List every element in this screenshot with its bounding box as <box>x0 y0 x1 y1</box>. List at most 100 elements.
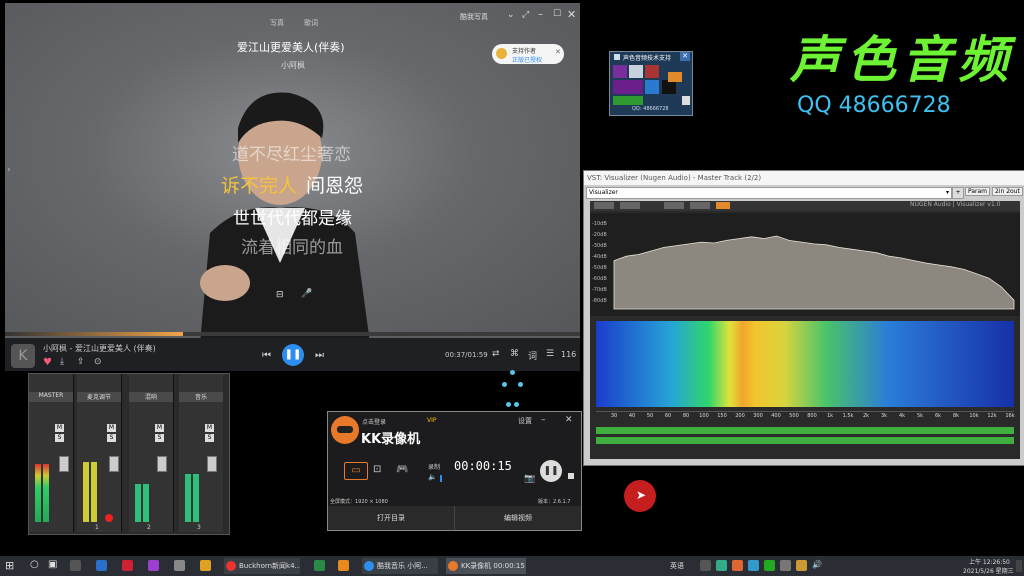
edit-video-button[interactable]: 编辑视频 <box>455 506 581 530</box>
widget-tile-1[interactable] <box>613 65 627 78</box>
tray-icon[interactable] <box>780 560 791 571</box>
clock-date[interactable]: 2021/5/26 星期三 <box>963 566 1014 575</box>
viz-btn-5[interactable] <box>716 202 730 209</box>
speaker-icon[interactable]: 🔈 <box>428 473 437 481</box>
solo-button[interactable]: S <box>155 434 164 442</box>
app-icon[interactable] <box>338 560 349 571</box>
mute-button[interactable]: M <box>155 424 164 432</box>
kuwo-photo-button[interactable]: 酷我写真 <box>460 12 488 22</box>
solo-button[interactable]: S <box>205 434 214 442</box>
photo-tab[interactable]: 写真 <box>270 18 284 28</box>
volume-fader[interactable] <box>207 456 217 472</box>
widget-tile-4[interactable] <box>613 80 643 94</box>
lyric-settings-icon[interactable]: ⊟ <box>276 290 284 300</box>
solo-button[interactable]: S <box>107 434 116 442</box>
app-icon[interactable] <box>122 560 133 571</box>
settings-button[interactable]: 设置 <box>518 416 532 426</box>
widget-tile-9[interactable] <box>682 96 690 105</box>
lyrics-toggle-icon[interactable]: 词 <box>528 349 537 362</box>
minimize-icon[interactable]: – <box>538 9 543 20</box>
widget-tile-6[interactable] <box>662 80 676 94</box>
camera-icon[interactable]: 📷 <box>524 474 535 484</box>
widget-mic-icon[interactable] <box>645 80 659 94</box>
download-icon[interactable]: ⤓ <box>60 357 64 367</box>
preset-select[interactable]: Visualizer ▾ <box>586 187 952 199</box>
loop-mode-icon[interactable]: ⇄ <box>492 349 500 359</box>
stop-icon[interactable] <box>568 473 574 479</box>
viz-btn-2[interactable] <box>620 202 640 209</box>
expand-arrow-icon[interactable]: › <box>7 165 11 175</box>
record-arm-icon[interactable] <box>105 514 113 522</box>
volume-slider[interactable] <box>440 475 442 482</box>
widget-tile-7[interactable] <box>613 96 643 105</box>
restore-icon[interactable]: ⤢ <box>522 10 529 20</box>
viz-btn-3[interactable] <box>664 202 684 209</box>
plugin-extra-button[interactable]: + <box>952 187 964 199</box>
taskbar-item-browser[interactable]: Buckhorn新闻k4... <box>224 558 300 574</box>
taskbar-item-kk[interactable]: KK录像机 00:00:15 <box>446 558 526 574</box>
window-mode-icon[interactable]: ⊡ <box>373 464 381 475</box>
close-icon[interactable]: ✕ <box>567 8 576 21</box>
pause-button[interactable]: ❚❚ <box>282 344 304 366</box>
screen-mode-icon[interactable]: ▭ <box>344 462 368 480</box>
login-link[interactable]: 点击登录 <box>362 417 386 426</box>
mute-button[interactable]: M <box>55 424 64 432</box>
vip-badge[interactable]: VIP <box>427 417 437 424</box>
pause-record-button[interactable]: ❚❚ <box>540 460 562 482</box>
heart-icon[interactable]: ♥ <box>43 357 52 368</box>
app-icon[interactable] <box>200 560 211 571</box>
search-icon[interactable]: ○ <box>30 559 39 570</box>
widget-tile-2[interactable] <box>629 65 643 78</box>
show-desktop-button[interactable] <box>1016 560 1022 572</box>
minimize-icon[interactable]: – <box>541 415 546 425</box>
io-button[interactable]: 2in 2out <box>992 187 1023 196</box>
app-icon[interactable] <box>314 560 325 571</box>
microphone-icon[interactable]: 🎤 <box>301 289 312 299</box>
solo-button[interactable]: S <box>55 434 64 442</box>
app-icon[interactable] <box>70 560 81 571</box>
mute-button[interactable]: M <box>107 424 116 432</box>
volume-fader[interactable] <box>157 456 167 472</box>
widget-tile-8[interactable] <box>668 72 682 82</box>
tray-icon[interactable] <box>764 560 775 571</box>
tray-icon[interactable] <box>748 560 759 571</box>
app-icon[interactable] <box>96 560 107 571</box>
open-folder-button[interactable]: 打开目录 <box>328 506 455 530</box>
playlist-icon[interactable]: ☰ <box>546 349 554 359</box>
progress-track[interactable] <box>5 332 580 336</box>
share-icon[interactable]: ⇪ <box>77 357 85 367</box>
tray-icon[interactable] <box>700 560 711 571</box>
freq-tick-label: 400 <box>771 413 781 419</box>
support-author-tip[interactable]: 支持作者 正版已授权 ✕ <box>492 44 564 64</box>
widget-tile-3[interactable] <box>645 65 659 78</box>
viz-btn-1[interactable] <box>594 202 614 209</box>
previous-icon[interactable]: ⏮ <box>262 350 271 361</box>
maximize-icon[interactable]: ☐ <box>553 9 561 19</box>
tray-icon[interactable] <box>796 560 807 571</box>
game-mode-icon[interactable]: 🎮 <box>396 464 408 475</box>
volume-icon[interactable]: 🔊 <box>812 560 822 569</box>
mute-button[interactable]: M <box>205 424 214 432</box>
language-indicator[interactable]: 英语 <box>670 558 684 574</box>
viz-btn-4[interactable] <box>690 202 710 209</box>
more-icon[interactable]: ⊙ <box>94 357 102 367</box>
close-icon[interactable]: ✕ <box>565 415 573 425</box>
start-icon[interactable]: ⊞ <box>5 559 14 572</box>
taskbar-item-kuwo[interactable]: 酷我音乐 小阿... <box>362 558 438 574</box>
lyrics-tab[interactable]: 歌词 <box>304 18 318 28</box>
widget-close-icon[interactable]: ✕ <box>680 52 690 61</box>
tray-icon[interactable] <box>716 560 727 571</box>
param-button[interactable]: Param <box>965 187 991 196</box>
tip-close-icon[interactable]: ✕ <box>555 48 561 56</box>
app-icon[interactable] <box>148 560 159 571</box>
next-icon[interactable]: ⏭ <box>315 350 324 361</box>
clock-time[interactable]: 上午 12:26:50 <box>969 557 1010 566</box>
volume-fader[interactable] <box>109 456 119 472</box>
task-view-icon[interactable]: ▣ <box>48 559 57 570</box>
volume-fader[interactable] <box>59 456 69 472</box>
album-cover[interactable]: K <box>11 344 35 368</box>
tray-icon[interactable] <box>732 560 743 571</box>
app-icon[interactable] <box>174 560 185 571</box>
chevron-down-icon[interactable]: ⌄ <box>507 10 515 20</box>
sound-effect-icon[interactable]: ⌘ <box>510 349 519 359</box>
